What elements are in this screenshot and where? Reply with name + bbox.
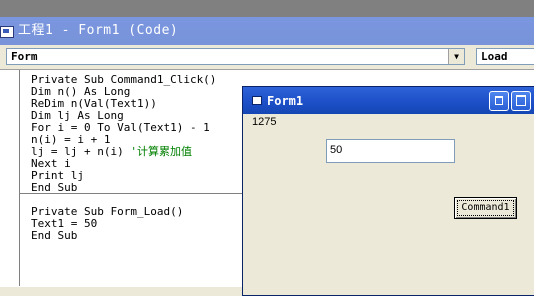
procedure-separator <box>20 193 244 194</box>
code-line: End Sub <box>31 229 78 242</box>
form1-window <box>242 86 534 296</box>
form1-title: Form1 <box>267 94 304 108</box>
form-icon <box>252 96 262 105</box>
maximize-button[interactable] <box>511 91 531 111</box>
object-combo[interactable]: Form <box>6 48 465 65</box>
minimize-button[interactable] <box>489 91 509 111</box>
code-comment: '计算累加值 <box>130 145 192 158</box>
command1-button[interactable]: Command1 <box>454 197 517 219</box>
top-strip <box>0 0 534 17</box>
margin-indicator-bar <box>19 70 20 286</box>
code-window-icon <box>0 26 14 38</box>
procedure-combo[interactable]: Load <box>476 48 534 65</box>
chevron-down-icon[interactable]: ▼ <box>448 49 464 64</box>
code-window-title: 工程1 - Form1 (Code) <box>18 23 179 38</box>
printed-output: 1275 <box>252 116 277 128</box>
text1-input[interactable]: 50 <box>326 139 455 163</box>
